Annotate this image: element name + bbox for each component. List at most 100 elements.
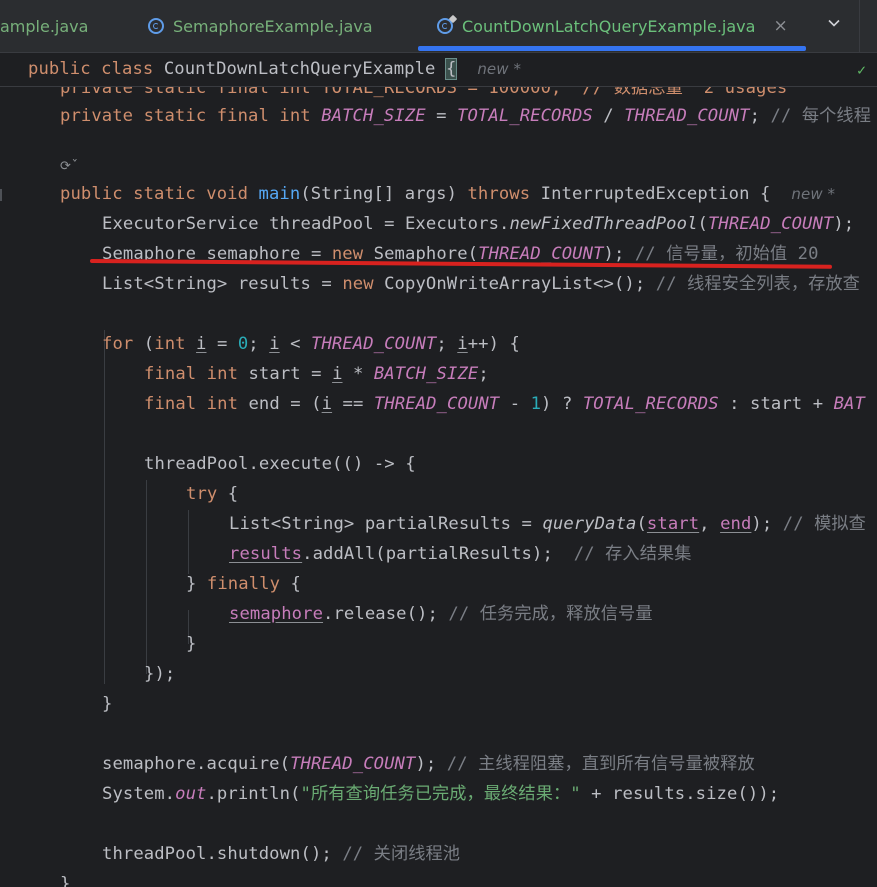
code-text: + results.size()); [580,784,780,804]
code-text: CopyOnWriteArrayList<>(); [373,274,656,294]
code-text: (String[] args) [300,184,468,204]
code-text: semaphore.acquire( [102,754,291,774]
code-text: threadPool.execute(() -> { [144,454,416,474]
comment: // 任务完成，释放信号量 [448,604,653,624]
code-text: ; [478,364,489,384]
keyword: public static void [60,184,259,204]
loop-variable: i [196,334,207,354]
code-line: semaphore.release(); // 任务完成，释放信号量 [229,599,653,629]
constant: BATCH_SIZE [373,364,479,384]
keyword: final int [144,394,239,414]
code-text: ++) { [467,334,520,354]
code-line: threadPool.shutdown(); // 关闭线程池 [102,839,460,869]
loop-variable: i [321,394,333,414]
code-text: ); [751,514,783,534]
string-literal: "所有查询任务已完成，最终结果：" [300,784,581,804]
comment: // 主线程阻塞，直到所有信号量被释放 [446,754,755,774]
captured-variable: semaphore [229,604,324,624]
code-line: System.out.println("所有查询任务已完成，最终结果：" + r… [102,779,779,809]
tab-semaphore-example[interactable]: SemaphoreExample.java [148,0,373,52]
indent-guide [188,510,189,574]
java-class-icon [148,18,164,34]
code-text: - [499,394,531,414]
indent-guide [104,330,105,684]
captured-variable: results [229,544,303,564]
code-line: List<String> results = new CopyOnWriteAr… [102,269,860,299]
sticky-line: public class CountDownLatchQueryExample … [28,54,521,84]
operator: / [592,106,625,126]
code-line: threadPool.execute(() -> { [144,449,416,479]
keyword: new [342,274,374,294]
code-text: { [217,484,239,504]
run-gutter-icon[interactable]: ⟳ˇ [60,159,79,174]
code-text: System. [102,784,176,804]
operator: ; [749,106,771,126]
keyword: finally [206,574,281,594]
static-field: out [175,784,207,804]
comment: // 每个线程 [770,106,871,126]
comment: // 存入结果集 [573,544,692,564]
constant: TOTAL_RECORDS [582,394,719,414]
chevron-down-icon[interactable] [823,12,845,38]
code-text: } [186,634,197,654]
code-editor[interactable]: public class CountDownLatchQueryExample … [0,53,877,887]
code-line: }); [144,659,175,689]
code-text: end = ( [238,394,322,414]
constant: TOTAL_RECORDS [457,106,593,126]
code-text: threadPool.shutdown(); [102,844,343,864]
constant: THREAD_COUNT [478,244,604,264]
constant: THREAD_COUNT [290,754,416,774]
loop-variable: i [269,334,280,354]
comment: // 线程安全列表，存放查 [655,274,860,294]
constant: BATCH_SIZE [321,106,426,126]
comment: // 模拟查 [782,514,866,534]
code-text: { [280,574,301,594]
method-name: main [258,184,301,204]
code-line: List<String> partialResults = queryData(… [229,509,866,539]
tab-label: ample.java [0,16,89,36]
loop-variable: i [457,334,468,354]
gutter-change-marker [0,189,2,201]
tab-example-java[interactable]: ample.java [0,0,88,52]
constant: THREAD_COUNT [624,106,750,126]
code-line: } finally { [186,569,301,599]
method-name: queryData [542,514,637,534]
keyword: int [154,334,186,354]
keyword: public [28,59,91,79]
matched-brace: { [444,58,458,80]
keyword: try [186,484,218,504]
code-text: }); [144,664,176,684]
check-icon: ✓ [857,61,867,79]
tab-label: CountDownLatchQueryExample.java [462,16,756,36]
code-line: final int end = (i == THREAD_COUNT - 1) … [144,389,865,419]
tab-countdownlatch-query-example[interactable]: CountDownLatchQueryExample.java × [437,0,788,52]
code-text: } [60,874,71,887]
comment: // 信号量，初始值 20 [634,244,819,264]
code-line: semaphore.acquire(THREAD_COUNT); // 主线程阻… [102,749,755,779]
keyword: class [101,59,154,79]
active-tab-indicator [418,46,806,51]
class-name: CountDownLatchQueryExample [163,59,436,79]
code-text: List<String> partialResults = [229,514,543,534]
code-text: .release(); [323,604,449,624]
code-text: ExecutorService threadPool = Executors. [102,214,510,234]
java-class-icon [437,18,453,34]
indent-guide [146,480,147,674]
code-text: ) ? [541,394,583,414]
tab-label: SemaphoreExample.java [173,16,373,36]
close-icon[interactable]: × [773,16,787,36]
code-line: private static final int BATCH_SIZE = TO… [60,101,871,131]
code-text: : start + [718,394,834,414]
keyword: throws [467,184,531,204]
code-text: ( [133,334,155,354]
code-line: results.addAll(partialResults); // 存入结果集 [229,539,692,569]
code-text: .addAll(partialResults); [302,544,574,564]
comment: // 关闭线程池 [342,844,461,864]
author-hint: new * [477,60,522,78]
number: 1 [530,394,542,414]
code-line: } [102,689,112,719]
code-text: < [279,334,311,354]
code-text: , [699,514,721,534]
code-line: } [186,629,196,659]
